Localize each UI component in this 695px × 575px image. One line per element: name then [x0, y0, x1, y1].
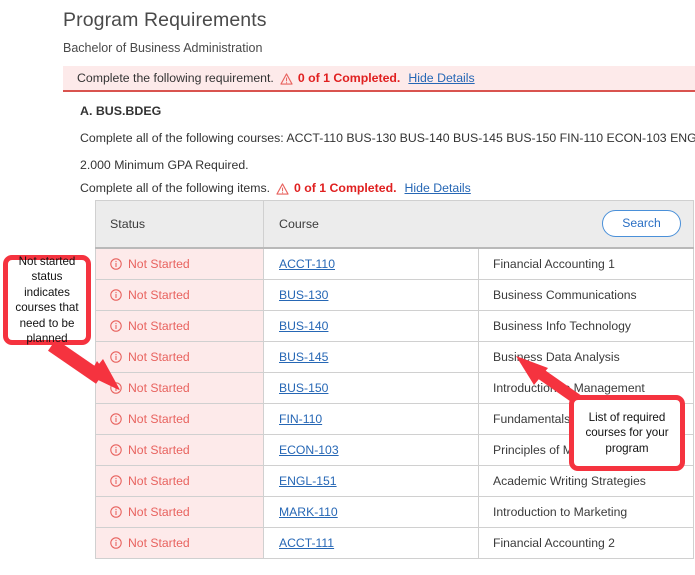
- course-code-link[interactable]: ENGL-151: [279, 474, 337, 488]
- table-row: Not Started ACCT-110 Financial Accounting …: [95, 247, 694, 280]
- cell-status: Not Started: [95, 310, 264, 342]
- cell-status: Not Started: [95, 247, 264, 280]
- table-row: Not Started MARK-110 Introduction to Marke…: [95, 496, 694, 528]
- requirement-items-hide-details-link[interactable]: Hide Details: [405, 181, 471, 195]
- cell-status: Not Started: [95, 527, 264, 559]
- cell-status: Not Started: [95, 434, 264, 466]
- cell-status: Not Started: [95, 496, 264, 528]
- cell-course-code: ACCT-111: [263, 527, 479, 559]
- cell-course-title: Business Communications: [478, 279, 694, 311]
- warning-triangle-icon: [280, 73, 293, 85]
- cell-status: Not Started: [95, 341, 264, 373]
- program-requirements-page: Program Requirements Bachelor of Busines…: [62, 0, 695, 575]
- cell-course-title: Financial Accounting 1: [478, 247, 694, 280]
- info-circle-icon: [110, 258, 122, 270]
- course-code-link[interactable]: ACCT-110: [279, 257, 335, 271]
- cell-course-code: MARK-110: [263, 496, 479, 528]
- requirement-alert-banner: Complete the following requirement. 0 of…: [63, 66, 695, 92]
- annotation-callout-right-text: List of required courses for your progra…: [585, 410, 669, 455]
- cell-status: Not Started: [95, 279, 264, 311]
- course-requirements-table: Status Course Search Not Started ACCT-110…: [95, 200, 694, 559]
- course-code-link[interactable]: BUS-145: [279, 350, 328, 364]
- course-code-link[interactable]: FIN-110: [279, 412, 322, 426]
- cell-course-title: Introduction to Marketing: [478, 496, 694, 528]
- status-label: Not Started: [128, 443, 190, 457]
- info-circle-icon: [110, 475, 122, 487]
- course-code-link[interactable]: BUS-140: [279, 319, 328, 333]
- course-code-link[interactable]: ECON-103: [279, 443, 339, 457]
- info-circle-icon: [110, 413, 122, 425]
- course-code-link[interactable]: MARK-110: [279, 505, 338, 519]
- status-label: Not Started: [128, 505, 190, 519]
- status-label: Not Started: [128, 350, 190, 364]
- warning-triangle-icon: [276, 183, 289, 195]
- table-row: Not Started BUS-130 Business Communication…: [95, 279, 694, 311]
- info-circle-icon: [110, 320, 122, 332]
- cell-course-code: ENGL-151: [263, 465, 479, 497]
- cell-status: Not Started: [95, 403, 264, 435]
- annotation-callout-right: List of required courses for your progra…: [569, 395, 685, 471]
- table-row: Not Started ACCT-111 Financial Accounting …: [95, 527, 694, 559]
- info-circle-icon: [110, 506, 122, 518]
- program-name: Bachelor of Business Administration: [63, 41, 263, 55]
- course-code-link[interactable]: ACCT-111: [279, 536, 334, 550]
- info-circle-icon: [110, 289, 122, 301]
- cell-course-code: BUS-145: [263, 341, 479, 373]
- info-circle-icon: [110, 537, 122, 549]
- table-header-row: Status Course Search: [95, 200, 694, 249]
- requirement-items-text: Complete all of the following items.: [80, 181, 271, 195]
- course-code-link[interactable]: BUS-130: [279, 288, 328, 302]
- cell-course-code: FIN-110: [263, 403, 479, 435]
- requirement-items-line: Complete all of the following items. 0 o…: [62, 172, 695, 195]
- cell-status: Not Started: [95, 465, 264, 497]
- table-row: Not Started BUS-145 Business Data Analysis: [95, 341, 694, 373]
- status-label: Not Started: [128, 257, 190, 271]
- status-label: Not Started: [128, 474, 190, 488]
- course-code-link[interactable]: BUS-150: [279, 381, 328, 395]
- status-label: Not Started: [128, 381, 190, 395]
- cell-status: Not Started: [95, 372, 264, 404]
- alert-message: Complete the following requirement.: [77, 71, 274, 85]
- status-label: Not Started: [128, 412, 190, 426]
- column-header-course-label: Course: [279, 217, 319, 231]
- annotation-callout-left: Not started status indicates courses tha…: [3, 255, 91, 345]
- cell-course-title: Financial Accounting 2: [478, 527, 694, 559]
- table-header: Status Course Search: [95, 200, 694, 249]
- requirement-courses-line: Complete all of the following courses: A…: [80, 131, 695, 145]
- cell-course-code: BUS-150: [263, 372, 479, 404]
- alert-count: 0 of 1 Completed.: [297, 71, 401, 85]
- requirement-code: A. BUS.BDEG: [80, 104, 162, 118]
- info-circle-icon: [110, 351, 122, 363]
- cell-course-code: ACCT-110: [263, 247, 479, 280]
- alert-hide-details-link[interactable]: Hide Details: [408, 71, 474, 85]
- annotation-callout-left-text: Not started status indicates courses tha…: [15, 254, 79, 346]
- cell-course-code: BUS-140: [263, 310, 479, 342]
- cell-course-title: Business Data Analysis: [478, 341, 694, 373]
- column-header-status: Status: [95, 200, 264, 249]
- cell-course-title: Business Info Technology: [478, 310, 694, 342]
- status-label: Not Started: [128, 536, 190, 550]
- column-header-course: Course Search: [263, 200, 694, 249]
- requirement-gpa-line: 2.000 Minimum GPA Required.: [80, 158, 249, 172]
- cell-course-code: BUS-130: [263, 279, 479, 311]
- page-title: Program Requirements: [63, 9, 267, 31]
- status-label: Not Started: [128, 288, 190, 302]
- cell-course-code: ECON-103: [263, 434, 479, 466]
- requirement-items-count: 0 of 1 Completed.: [294, 181, 397, 195]
- status-label: Not Started: [128, 319, 190, 333]
- table-row: Not Started BUS-140 Business Info Technolo…: [95, 310, 694, 342]
- search-button[interactable]: Search: [602, 210, 681, 237]
- info-circle-icon: [110, 444, 122, 456]
- info-circle-icon: [110, 382, 122, 394]
